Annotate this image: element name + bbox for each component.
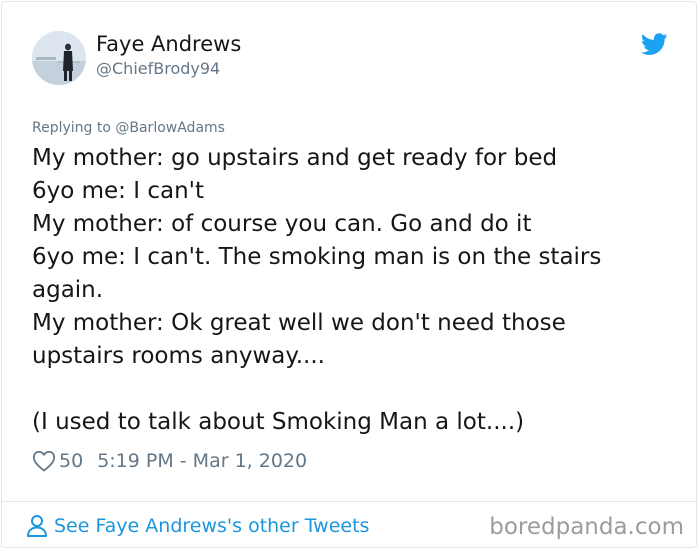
tweet-timestamp[interactable]: 5:19 PM - Mar 1, 2020	[97, 450, 307, 472]
person-icon	[27, 515, 47, 537]
twitter-bird-icon[interactable]	[641, 33, 668, 56]
tweet-line: again.	[32, 277, 104, 303]
avatar[interactable]	[32, 31, 86, 85]
see-other-tweets-label: See Faye Andrews's other Tweets	[54, 515, 370, 537]
tweet-line: 6yo me: I can't. The smoking man is on t…	[32, 244, 602, 270]
tweet-text: My mother: go upstairs and get ready for…	[32, 142, 672, 439]
tweet-line	[32, 373, 672, 406]
author-display-name[interactable]: Faye Andrews	[96, 32, 241, 56]
author-handle[interactable]: @ChiefBrody94	[96, 59, 220, 78]
tweet-line: upstairs rooms anyway....	[32, 343, 325, 369]
tweet-line: 6yo me: I can't	[32, 178, 204, 204]
like-count[interactable]: 50	[59, 450, 83, 472]
watermark: boredpanda.com	[489, 514, 684, 540]
replying-to[interactable]: Replying to @BarlowAdams	[32, 120, 225, 136]
tweet-line: My mother: go upstairs and get ready for…	[32, 145, 558, 171]
tweet-line: My mother: of course you can. Go and do …	[32, 211, 532, 237]
heart-icon[interactable]	[32, 450, 56, 472]
tweet-line: My mother: Ok great well we don't need t…	[32, 310, 566, 336]
tweet-line: (I used to talk about Smoking Man a lot.…	[32, 409, 525, 435]
footer-divider	[1, 501, 697, 502]
avatar-photo	[32, 31, 86, 85]
tweet-meta: 50 5:19 PM - Mar 1, 2020	[32, 450, 307, 472]
see-other-tweets-link[interactable]: See Faye Andrews's other Tweets	[26, 514, 369, 538]
